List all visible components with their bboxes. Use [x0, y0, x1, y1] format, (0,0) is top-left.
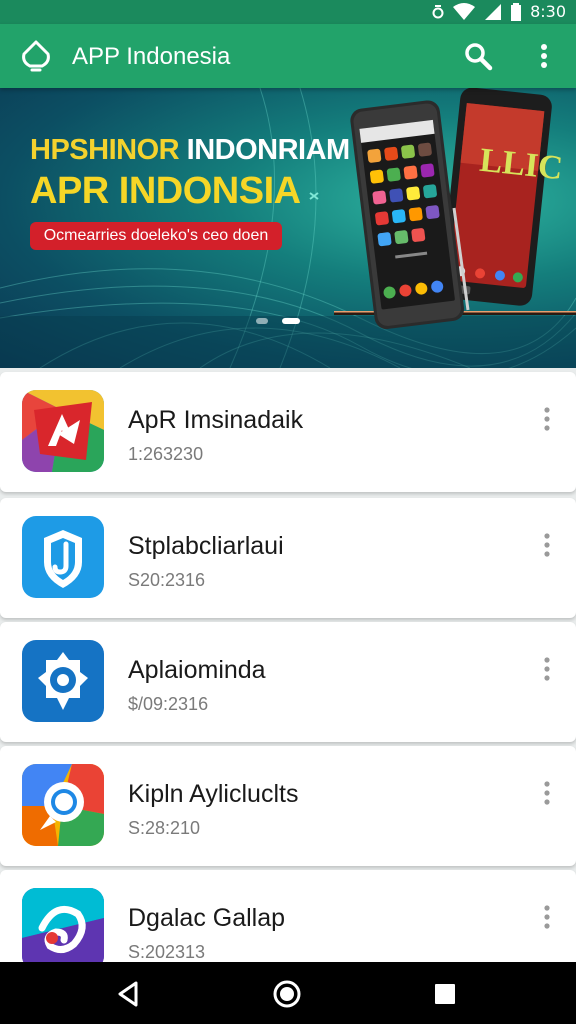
search-icon[interactable]	[462, 40, 494, 72]
app-meta: S:28:210	[128, 818, 201, 838]
banner-pager[interactable]	[256, 318, 300, 324]
status-time: 8:30	[530, 2, 566, 21]
signal-icon	[485, 3, 502, 20]
app-meta: S20:2316	[128, 570, 206, 590]
list-item[interactable]: Stplabcliarlaui S20:2316	[0, 498, 576, 618]
app-title: APP Indonesia	[72, 43, 231, 70]
status-icons: 8:30	[432, 2, 566, 21]
system-nav-bar	[0, 962, 576, 1024]
app-name: Dgalac Gallap	[128, 904, 286, 932]
item-menu-icon[interactable]	[538, 780, 556, 806]
list-item[interactable]: ApR Imsinadaik 1:263230	[0, 372, 576, 492]
app-meta: $/09:2316	[128, 694, 209, 714]
list-item[interactable]: Aplaiominda $/09:2316	[0, 622, 576, 742]
pager-dot[interactable]	[256, 318, 268, 324]
banner-headline-top: HPSHINOR INDONRIAM	[30, 134, 350, 167]
app-name: Kipln Aylicluclts	[128, 780, 299, 808]
recents-icon[interactable]	[430, 979, 460, 1009]
phones-illustration: LLIC	[334, 88, 576, 330]
app-icon[interactable]	[22, 888, 104, 970]
item-menu-icon[interactable]	[538, 532, 556, 558]
app-name: Aplaiominda	[128, 656, 266, 684]
app-logo-icon[interactable]	[18, 38, 54, 74]
app-icon[interactable]	[22, 390, 104, 472]
app-bar: APP Indonesia	[0, 24, 576, 88]
app-meta: 1:263230	[128, 444, 204, 464]
status-bar: 8:30	[0, 0, 576, 24]
battery-icon	[511, 2, 522, 21]
banner-headline-white: INDONRIAM	[186, 134, 351, 166]
banner-headline-yellow: HPSHINOR	[30, 134, 180, 166]
app-meta: S:202313	[128, 942, 206, 962]
item-menu-icon[interactable]	[538, 656, 556, 682]
banner-pill-button[interactable]: Ocmearries doeleko's ceo doen	[30, 222, 282, 250]
app-icon[interactable]	[22, 640, 104, 722]
item-menu-icon[interactable]	[538, 904, 556, 930]
wifi-icon	[453, 2, 476, 20]
alarm-icon	[432, 4, 444, 18]
more-vert-icon[interactable]	[532, 40, 556, 72]
promo-banner[interactable]: HPSHINOR INDONRIAM APR INDONSIA Ocmearri…	[0, 88, 576, 368]
item-menu-icon[interactable]	[538, 406, 556, 432]
pager-dot-active[interactable]	[282, 318, 300, 324]
app-name: ApR Imsinadaik	[128, 406, 304, 434]
app-name: Stplabcliarlaui	[128, 532, 284, 560]
app-icon[interactable]	[22, 764, 104, 846]
back-icon[interactable]	[114, 979, 144, 1009]
home-icon[interactable]	[272, 979, 302, 1009]
list-item[interactable]: Kipln Aylicluclts S:28:210	[0, 746, 576, 866]
banner-headline-main: APR INDONSIA	[30, 170, 301, 212]
app-icon[interactable]	[22, 516, 104, 598]
